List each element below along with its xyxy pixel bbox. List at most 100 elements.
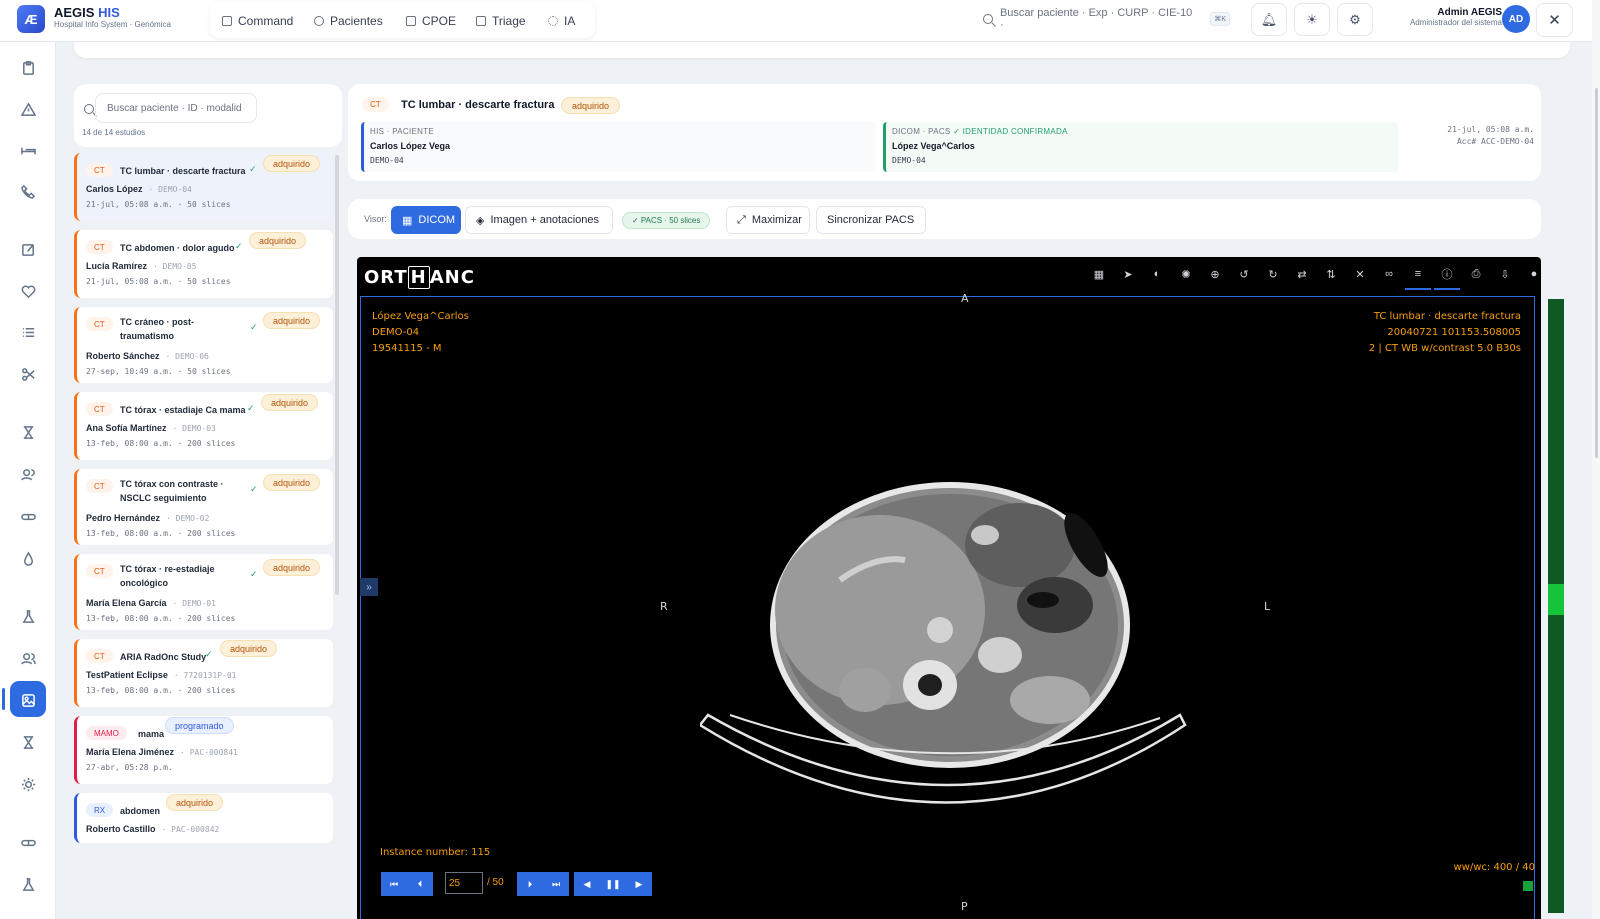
flask-icon-2[interactable] bbox=[20, 876, 36, 892]
tab-ia[interactable]: IA bbox=[548, 10, 575, 32]
status-badge: adquirido bbox=[263, 312, 321, 329]
active-tool-underline bbox=[1434, 288, 1460, 290]
study-card[interactable]: CT TC cráneo · post-traumatismo ✓ adquirido… bbox=[74, 307, 333, 383]
tools-icon[interactable]: ✕ bbox=[1352, 266, 1368, 282]
modality-badge: CT bbox=[86, 479, 113, 493]
contrast-icon[interactable]: ◐ bbox=[1149, 266, 1165, 282]
grid-icon[interactable]: ▦ bbox=[1091, 266, 1107, 282]
ct-scan-image[interactable] bbox=[700, 460, 1220, 840]
flip-h-icon[interactable]: ⇄ bbox=[1294, 266, 1310, 282]
play-icon: ▶ bbox=[635, 878, 643, 889]
close-button[interactable]: ✕ bbox=[1536, 3, 1573, 37]
patient-id: · DEMO-05 bbox=[153, 262, 197, 271]
image-icon[interactable] bbox=[20, 692, 36, 708]
check-icon: ✓ bbox=[247, 403, 255, 413]
tab-cpoe[interactable]: CPOE bbox=[406, 10, 456, 32]
dicom-button[interactable]: ▦ DICOM bbox=[391, 206, 461, 234]
play-button[interactable]: ▶ bbox=[626, 872, 652, 896]
study-date: 27-abr, 05:28 p.m. bbox=[86, 763, 173, 772]
study-card[interactable]: CT TC abdomen · dolor agudo ✓ adquirido Lucí… bbox=[74, 230, 333, 298]
frame-input[interactable]: 25 bbox=[445, 872, 483, 894]
previous-panel bbox=[74, 42, 1570, 58]
group-icon[interactable] bbox=[20, 650, 36, 666]
study-card[interactable]: CT TC tórax · estadiaje Ca mama ✓ adquirido… bbox=[74, 392, 333, 460]
patient-name: María Elena Jiménez · PAC-000841 bbox=[86, 747, 238, 757]
orientation-bottom: P bbox=[961, 900, 968, 913]
study-date: 13-feb, 08:00 a.m. · 200 slices bbox=[86, 529, 236, 538]
check-icon: ✓ bbox=[250, 484, 258, 494]
tab-command[interactable]: Command bbox=[222, 10, 293, 32]
sun-icon[interactable] bbox=[20, 776, 36, 792]
print-icon[interactable]: ⎙ bbox=[1468, 266, 1484, 282]
page-scrollbar-thumb[interactable] bbox=[1595, 88, 1598, 458]
user-name: Admin AEGIS bbox=[1437, 7, 1502, 18]
study-title: TC tórax con contraste · NSCLC seguimient… bbox=[120, 479, 224, 503]
his-patient-name: Carlos López Vega bbox=[370, 141, 451, 151]
settings-button[interactable]: ⚙ bbox=[1337, 3, 1373, 36]
pill-icon-2[interactable] bbox=[20, 834, 36, 850]
edit-icon[interactable] bbox=[20, 241, 36, 257]
first-frame-button[interactable]: ⏮ bbox=[381, 872, 407, 896]
flip-v-icon[interactable]: ⇅ bbox=[1323, 266, 1339, 282]
pointer-icon[interactable]: ➤ bbox=[1120, 266, 1136, 282]
user-role: Administrador del sistema bbox=[1409, 18, 1502, 27]
status-badge: adquirido bbox=[166, 794, 224, 811]
expand-side-panel-button[interactable]: » bbox=[360, 578, 378, 596]
study-search-input[interactable]: Buscar paciente · ID · modalid bbox=[95, 93, 257, 123]
clipboard-icon[interactable] bbox=[20, 59, 36, 75]
study-card[interactable]: RX abdomen adquirido Roberto Castillo · PAC-… bbox=[74, 793, 333, 843]
study-card[interactable]: CT TC tórax · re-estadiaje oncológico ✓ adqu… bbox=[74, 554, 333, 630]
tab-triage[interactable]: Triage bbox=[476, 10, 526, 32]
hourglass-icon[interactable] bbox=[20, 424, 36, 440]
phone-icon[interactable] bbox=[20, 183, 36, 199]
heart-icon[interactable] bbox=[20, 283, 36, 299]
drop-icon[interactable] bbox=[20, 550, 36, 566]
info-icon[interactable]: ⓘ bbox=[1439, 266, 1455, 282]
study-card[interactable]: CT TC lumbar · descarte fractura ✓ adquirid… bbox=[74, 153, 333, 221]
pill-icon[interactable] bbox=[20, 508, 36, 524]
theme-button[interactable]: ☀ bbox=[1294, 3, 1330, 36]
notifications-button[interactable]: 🔔︎ bbox=[1251, 3, 1287, 36]
sun-icon[interactable]: ✺ bbox=[1178, 266, 1194, 282]
download-icon[interactable]: ⇩ bbox=[1497, 266, 1513, 282]
modality-badge: RX bbox=[86, 803, 114, 817]
last-frame-button[interactable]: ⏭ bbox=[543, 872, 569, 896]
patient-name: Lucía Ramírez · DEMO-05 bbox=[86, 261, 197, 271]
tab-pacientes[interactable]: Pacientes bbox=[314, 10, 383, 32]
list-icon[interactable] bbox=[20, 324, 36, 340]
link-icon[interactable]: ∞ bbox=[1381, 266, 1397, 282]
rotate-left-icon[interactable]: ↺ bbox=[1236, 266, 1252, 282]
sync-pacs-button[interactable]: Sincronizar PACS bbox=[816, 206, 926, 234]
study-card[interactable]: CT ARIA RadOnc Study ✓ adquirido TestPatient… bbox=[74, 639, 333, 707]
modality-badge: CT bbox=[362, 97, 389, 112]
study-card[interactable]: CT TC tórax con contraste · NSCLC seguimie… bbox=[74, 469, 333, 545]
image-annotations-button[interactable]: ◈ Imagen + anotaciones bbox=[465, 206, 613, 234]
scissors-icon[interactable] bbox=[20, 366, 36, 382]
step-back-icon: ⏴ bbox=[417, 878, 423, 889]
app-logo[interactable]: Æ bbox=[17, 5, 45, 33]
study-card[interactable]: MAMO mama programado María Elena Jiménez · P… bbox=[74, 716, 333, 784]
zoom-icon[interactable]: ⊕ bbox=[1207, 266, 1223, 282]
patient-id: · DEMO-03 bbox=[172, 424, 216, 433]
next-frame-button[interactable]: ⏵ bbox=[517, 872, 543, 896]
play-backward-button[interactable]: ◀ bbox=[574, 872, 600, 896]
avatar[interactable]: AD bbox=[1502, 5, 1530, 33]
flask-icon[interactable] bbox=[20, 608, 36, 624]
orthanc-logo: ORT H ANC bbox=[364, 266, 475, 289]
edit-icon bbox=[406, 16, 416, 26]
rotate-right-icon[interactable]: ↻ bbox=[1265, 266, 1281, 282]
global-search[interactable]: Buscar paciente · Exp · CURP · CIE-10 · ⌘… bbox=[983, 7, 1230, 31]
user-icon[interactable]: ● bbox=[1526, 266, 1542, 282]
menu-icon[interactable]: ≡ bbox=[1410, 266, 1426, 282]
hourglass-icon-2[interactable] bbox=[20, 734, 36, 750]
study-list-scrollbar[interactable] bbox=[335, 155, 339, 595]
alert-icon[interactable] bbox=[20, 101, 36, 117]
slice-scroll-thumb[interactable] bbox=[1548, 584, 1564, 615]
prev-frame-button[interactable]: ⏴ bbox=[407, 872, 433, 896]
maximize-button[interactable]: ⤢ Maximizar bbox=[726, 206, 810, 234]
users-icon[interactable] bbox=[20, 466, 36, 482]
bed-icon[interactable] bbox=[20, 142, 36, 158]
instance-number: Instance number: 115 bbox=[380, 847, 491, 858]
status-badge: adquirido bbox=[220, 640, 278, 657]
pause-button[interactable]: ❚❚ bbox=[600, 872, 626, 896]
